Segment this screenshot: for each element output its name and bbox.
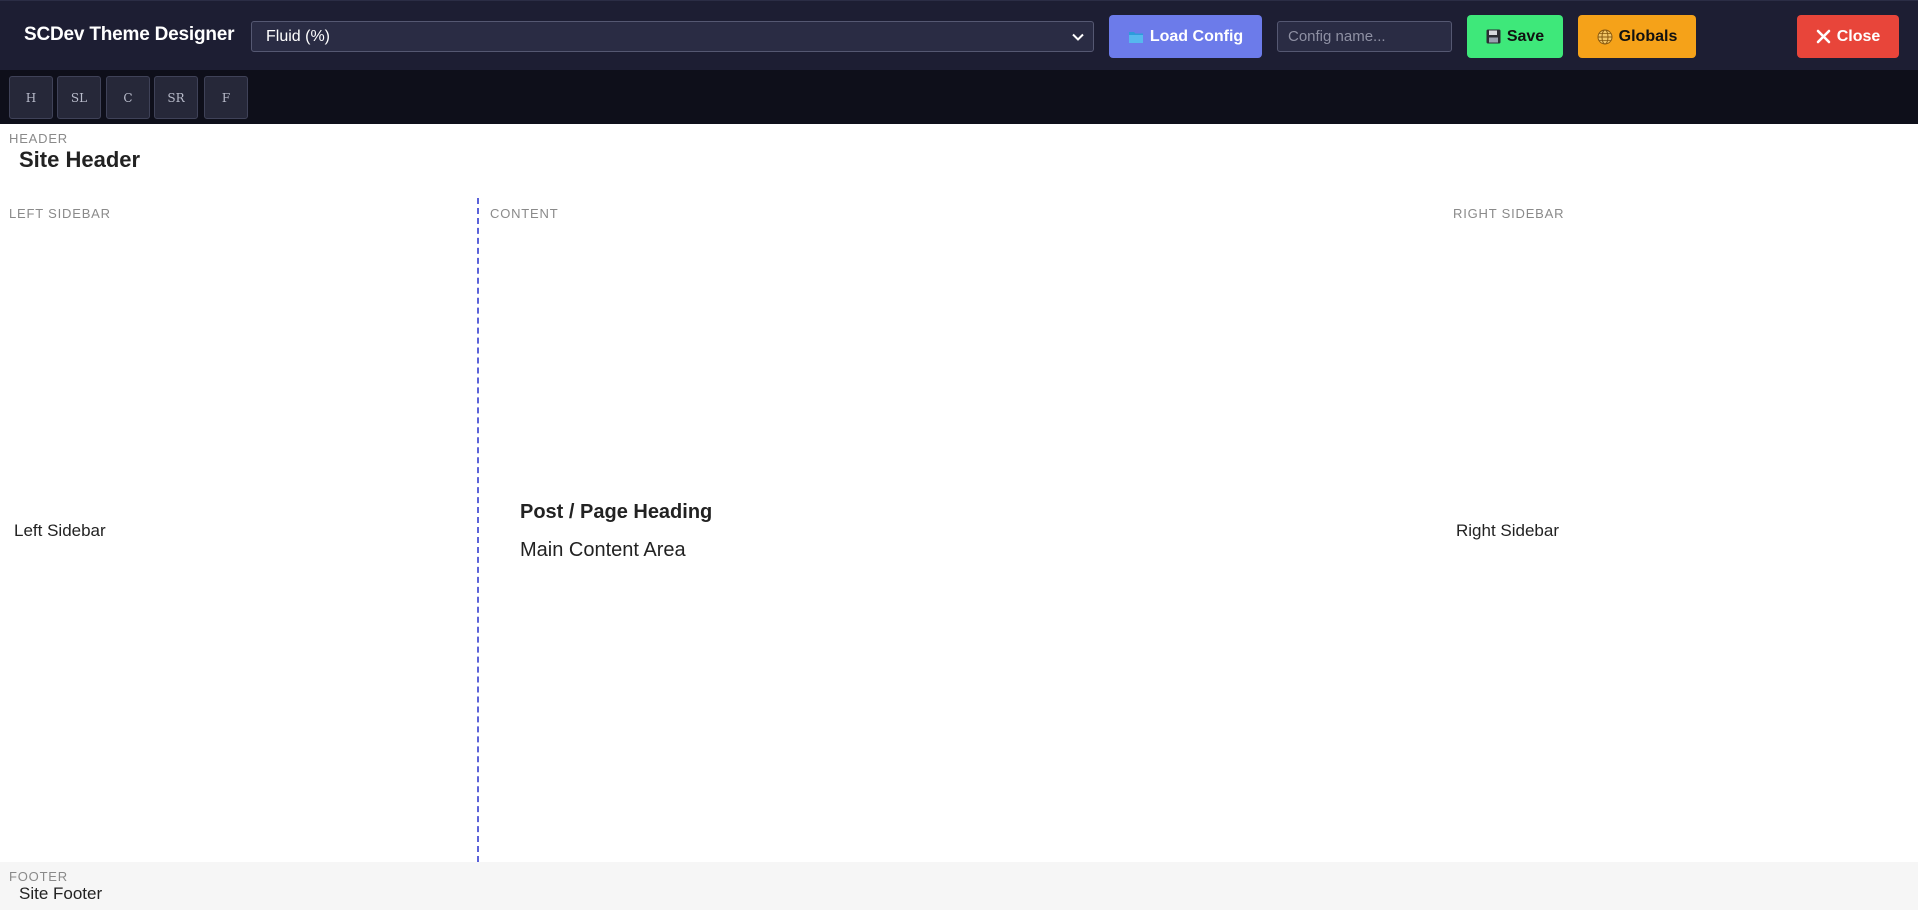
zone-toggle-left-sidebar[interactable]: SL bbox=[57, 76, 101, 119]
chevron-down-icon bbox=[1072, 33, 1084, 41]
load-config-label: Load Config bbox=[1149, 27, 1244, 45]
globals-button[interactable]: Globals bbox=[1578, 15, 1696, 58]
close-button[interactable]: Close bbox=[1797, 15, 1899, 58]
zone-toggle-header[interactable]: H bbox=[9, 76, 53, 119]
header-zone-label: HEADER bbox=[9, 131, 68, 146]
site-footer-text: Site Footer bbox=[19, 884, 103, 903]
footer-zone-label: FOOTER bbox=[9, 869, 68, 884]
zone-toggle-bar: H SL C SR F bbox=[0, 70, 1918, 124]
floppy-disk-icon bbox=[1486, 29, 1501, 44]
layout-mode-value: Fluid (%) bbox=[266, 28, 331, 45]
config-name-input[interactable] bbox=[1277, 21, 1452, 52]
zone-toggle-content[interactable]: C bbox=[106, 76, 150, 119]
content-zone-label: CONTENT bbox=[490, 206, 559, 221]
app-title: SCDev Theme Designer bbox=[24, 24, 235, 45]
left-sidebar-text: Left Sidebar bbox=[14, 521, 106, 540]
globals-label: Globals bbox=[1618, 27, 1678, 45]
folder-icon bbox=[1128, 31, 1143, 43]
load-config-button[interactable]: Load Config bbox=[1109, 15, 1262, 58]
globe-icon bbox=[1597, 29, 1613, 44]
top-toolbar: SCDev Theme Designer Fluid (%) Load Conf… bbox=[0, 0, 1918, 70]
close-label: Close bbox=[1836, 27, 1881, 45]
zone-toggle-footer[interactable]: F bbox=[204, 76, 248, 119]
main-content-text: Main Content Area bbox=[520, 539, 686, 561]
x-icon bbox=[1816, 29, 1831, 44]
zone-toggle-right-sidebar[interactable]: SR bbox=[154, 76, 198, 119]
left-sidebar-zone-label: LEFT SIDEBAR bbox=[9, 206, 111, 221]
right-sidebar-text: Right Sidebar bbox=[1456, 521, 1560, 540]
save-label: Save bbox=[1506, 27, 1545, 45]
site-header-text: Site Header bbox=[19, 147, 141, 172]
post-page-heading: Post / Page Heading bbox=[520, 501, 713, 523]
right-sidebar-zone-label: RIGHT SIDEBAR bbox=[1453, 206, 1565, 221]
save-button[interactable]: Save bbox=[1467, 15, 1563, 58]
column-resize-divider[interactable] bbox=[477, 198, 479, 862]
footer-region[interactable]: FOOTER Site Footer bbox=[0, 862, 1918, 910]
layout-mode-select[interactable]: Fluid (%) bbox=[251, 21, 1094, 52]
